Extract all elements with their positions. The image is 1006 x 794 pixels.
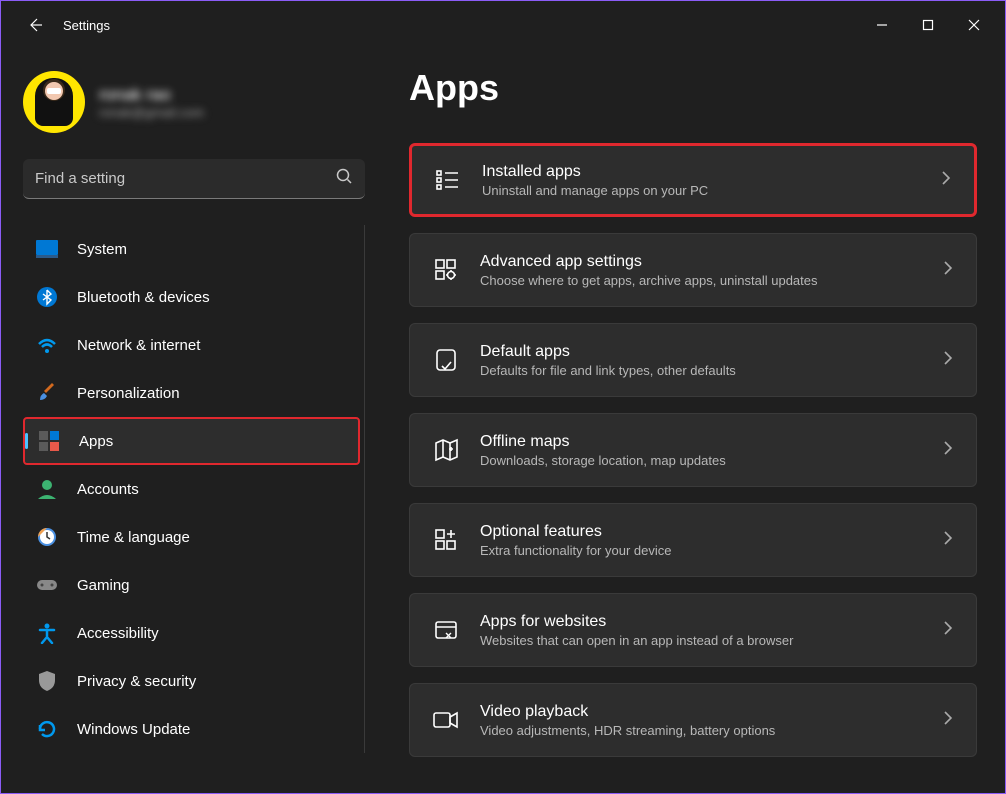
user-block[interactable]: ronak rao ronak@gmail.com	[23, 71, 365, 133]
search-box[interactable]	[23, 159, 365, 199]
chevron-right-icon	[942, 440, 954, 461]
card-offline-maps[interactable]: Offline maps Downloads, storage location…	[409, 413, 977, 487]
minimize-button[interactable]	[859, 5, 905, 45]
card-title: Optional features	[480, 523, 922, 541]
user-email: ronak@gmail.com	[99, 105, 204, 120]
page-title: Apps	[409, 67, 977, 109]
sidebar-item-accounts[interactable]: Accounts	[23, 465, 360, 513]
card-title: Video playback	[480, 703, 922, 721]
sidebar-item-label: Personalization	[77, 385, 180, 402]
maximize-button[interactable]	[905, 5, 951, 45]
sidebar-item-label: Bluetooth & devices	[77, 289, 210, 306]
search-input[interactable]	[35, 170, 335, 187]
chevron-right-icon	[942, 620, 954, 641]
sidebar-item-system[interactable]: System	[23, 225, 360, 273]
card-default-apps[interactable]: Default apps Defaults for file and link …	[409, 323, 977, 397]
card-optional-features[interactable]: Optional features Extra functionality fo…	[409, 503, 977, 577]
window-controls	[859, 5, 997, 45]
card-installed-apps[interactable]: Installed apps Uninstall and manage apps…	[409, 143, 977, 217]
nav: System Bluetooth & devices Network & int…	[23, 225, 365, 753]
close-button[interactable]	[951, 5, 997, 45]
maps-icon	[432, 436, 460, 464]
content: Apps Installed apps Uninstall and manage…	[381, 49, 1005, 793]
back-button[interactable]	[19, 9, 51, 41]
card-title: Offline maps	[480, 433, 922, 451]
advanced-settings-icon	[432, 256, 460, 284]
sidebar-item-network[interactable]: Network & internet	[23, 321, 360, 369]
sidebar-item-accessibility[interactable]: Accessibility	[23, 609, 360, 657]
chevron-right-icon	[942, 260, 954, 281]
sidebar-item-label: Accessibility	[77, 625, 159, 642]
sidebar-item-label: Gaming	[77, 577, 130, 594]
card-video-playback[interactable]: Video playback Video adjustments, HDR st…	[409, 683, 977, 757]
sidebar-item-label: Apps	[79, 433, 113, 450]
sidebar-item-label: Accounts	[77, 481, 139, 498]
card-subtitle: Defaults for file and link types, other …	[480, 363, 922, 378]
installed-apps-icon	[434, 166, 462, 194]
sidebar: ronak rao ronak@gmail.com System Bluet	[1, 49, 381, 793]
video-icon	[432, 706, 460, 734]
card-apps-for-websites[interactable]: Apps for websites Websites that can open…	[409, 593, 977, 667]
avatar	[23, 71, 85, 133]
shield-icon	[35, 669, 59, 693]
gamepad-icon	[35, 573, 59, 597]
user-name: ronak rao	[99, 85, 204, 105]
card-subtitle: Downloads, storage location, map updates	[480, 453, 922, 468]
chevron-right-icon	[942, 350, 954, 371]
sidebar-item-label: Privacy & security	[77, 673, 196, 690]
sidebar-item-gaming[interactable]: Gaming	[23, 561, 360, 609]
chevron-right-icon	[942, 710, 954, 731]
sidebar-item-label: Network & internet	[77, 337, 200, 354]
card-subtitle: Video adjustments, HDR streaming, batter…	[480, 723, 922, 738]
update-icon	[35, 717, 59, 741]
card-subtitle: Uninstall and manage apps on your PC	[482, 183, 920, 198]
sidebar-item-apps[interactable]: Apps	[23, 417, 360, 465]
card-title: Installed apps	[482, 163, 920, 181]
websites-icon	[432, 616, 460, 644]
card-title: Advanced app settings	[480, 253, 922, 271]
sidebar-item-label: Time & language	[77, 529, 190, 546]
card-subtitle: Websites that can open in an app instead…	[480, 633, 922, 648]
optional-features-icon	[432, 526, 460, 554]
card-title: Default apps	[480, 343, 922, 361]
card-title: Apps for websites	[480, 613, 922, 631]
clock-icon	[35, 525, 59, 549]
sidebar-item-label: System	[77, 241, 127, 258]
accessibility-icon	[35, 621, 59, 645]
sidebar-item-update[interactable]: Windows Update	[23, 705, 360, 753]
wifi-icon	[35, 333, 59, 357]
sidebar-item-personalization[interactable]: Personalization	[23, 369, 360, 417]
card-subtitle: Choose where to get apps, archive apps, …	[480, 273, 922, 288]
search-icon	[335, 167, 353, 190]
system-icon	[35, 237, 59, 261]
chevron-right-icon	[942, 530, 954, 551]
paintbrush-icon	[35, 381, 59, 405]
sidebar-item-time[interactable]: Time & language	[23, 513, 360, 561]
sidebar-item-label: Windows Update	[77, 721, 190, 738]
apps-icon	[37, 429, 61, 453]
bluetooth-icon	[35, 285, 59, 309]
card-advanced-app-settings[interactable]: Advanced app settings Choose where to ge…	[409, 233, 977, 307]
sidebar-item-bluetooth[interactable]: Bluetooth & devices	[23, 273, 360, 321]
person-icon	[35, 477, 59, 501]
card-subtitle: Extra functionality for your device	[480, 543, 922, 558]
titlebar: Settings	[1, 1, 1005, 49]
chevron-right-icon	[940, 170, 952, 191]
app-title: Settings	[63, 18, 110, 33]
sidebar-item-privacy[interactable]: Privacy & security	[23, 657, 360, 705]
default-apps-icon	[432, 346, 460, 374]
